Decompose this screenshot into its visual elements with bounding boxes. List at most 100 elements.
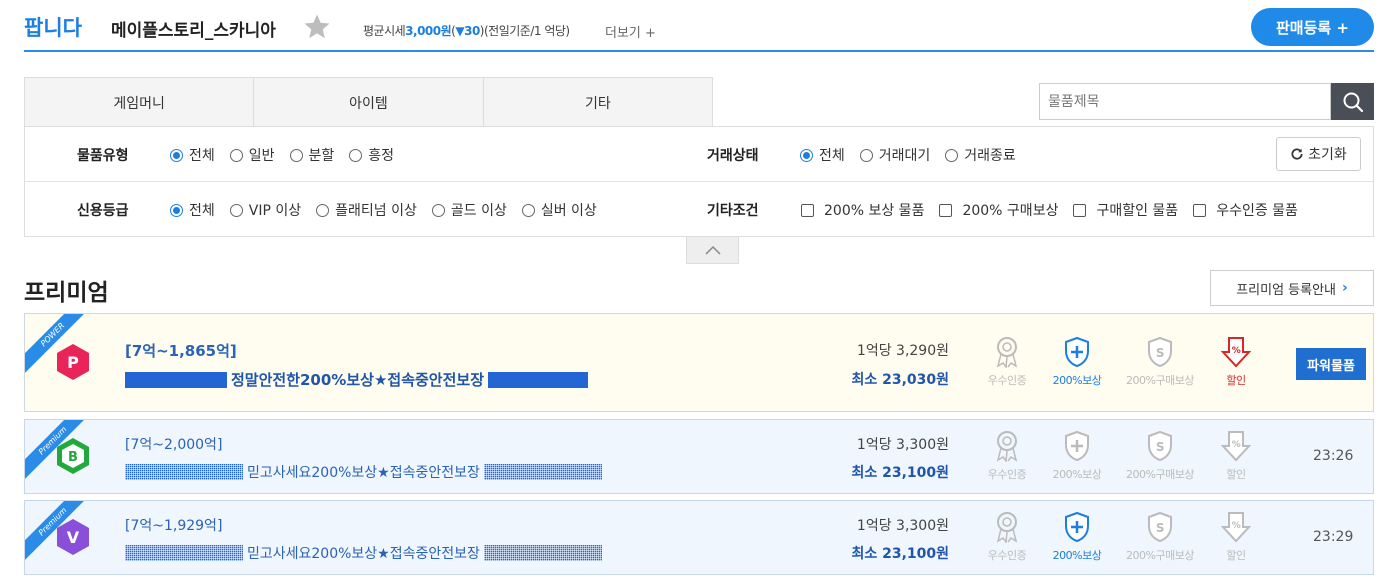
tab-game-money[interactable]: 게임머니 [25, 78, 255, 127]
radio-selected[interactable] [800, 148, 813, 162]
seller-grade-letter: P [67, 353, 79, 372]
title-highlight-bar [125, 371, 227, 388]
minimum-price: 최소 23,030원 [851, 372, 949, 388]
listing-time: 23:26 [1313, 448, 1354, 464]
purchase-reward-indicator: S 200%구매보상 [1122, 511, 1198, 563]
page-header: 팝니다 메이플스토리_스카니아 평균시세3,000원(▼30)(전일기준/1 억… [24, 0, 1374, 52]
svg-text:S: S [1156, 440, 1164, 454]
reward-200-indicator: 200%보상 [1042, 511, 1112, 563]
listing-range[interactable]: [7억~2,000억] [125, 434, 222, 454]
page-logo[interactable]: 팝니다 [24, 12, 82, 42]
checkbox[interactable] [1193, 203, 1207, 217]
radio-selected[interactable] [170, 148, 183, 162]
listing-row[interactable]: POWER P [7억~1,865억] 정말안전한200%보상★접속중안전보장 … [24, 313, 1374, 412]
reset-button[interactable]: 초기화 [1276, 137, 1361, 171]
minimum-price: 최소 23,100원 [851, 465, 949, 481]
cond-200-purchase[interactable]: 200% 구매보상 [939, 200, 1058, 220]
title-highlight-bar [483, 464, 602, 480]
certified-indicator: 우수인증 [972, 430, 1042, 482]
more-link[interactable]: 더보기 + [605, 22, 656, 41]
listing-title[interactable]: 정말안전한200%보상★접속중안전보장 [125, 369, 588, 390]
radio[interactable] [521, 203, 535, 217]
listing-row[interactable]: Premium V [7억~1,929억] 믿고사세요200%보상★접속중안전보… [24, 500, 1374, 575]
radio[interactable] [316, 203, 330, 217]
purchase-reward-indicator: S 200%구매보상 [1122, 430, 1198, 482]
radio[interactable] [431, 203, 445, 217]
credit-grade-silver[interactable]: 실버 이상 [521, 200, 597, 220]
credit-grade-label: 신용등급 [77, 203, 129, 219]
cond-discount[interactable]: 구매할인 물품 [1073, 200, 1178, 220]
favorite-star-icon[interactable] [302, 12, 332, 42]
radio[interactable] [349, 148, 363, 162]
search-button[interactable] [1331, 83, 1374, 120]
minimum-price: 최소 23,100원 [851, 546, 949, 562]
radio-selected[interactable] [170, 203, 183, 217]
chevron-up-icon [704, 245, 721, 255]
refresh-icon [1291, 148, 1303, 160]
discount-arrow-icon: % [1221, 431, 1251, 462]
discount-arrow-icon: % [1221, 512, 1251, 543]
radio[interactable] [229, 203, 243, 217]
purchase-reward-indicator: S 200%구매보상 [1122, 336, 1198, 388]
radio[interactable] [859, 148, 873, 162]
other-conditions-label: 기타조건 [707, 203, 759, 219]
listing-time: 23:29 [1313, 529, 1354, 545]
radio[interactable] [289, 148, 303, 162]
listing-range[interactable]: [7억~1,929억] [125, 515, 222, 535]
credit-grade-vip[interactable]: VIP 이상 [229, 200, 301, 220]
seller-grade-v-badge-icon: V [57, 519, 89, 555]
power-item-button[interactable]: 파워물품 [1296, 348, 1366, 380]
credit-grade-all[interactable]: 전체 [170, 200, 215, 220]
filter-panel: 물품유형 전체 일반 분할 흥정 거래상태 전체 거래대기 거래종료 초기화 신… [24, 126, 1374, 237]
checkbox[interactable] [801, 203, 814, 217]
trade-status-options: 전체 거래대기 거래종료 [800, 145, 1031, 165]
seller-grade-letter: B [68, 450, 78, 465]
item-type-normal[interactable]: 일반 [229, 145, 275, 165]
medal-icon [996, 431, 1018, 462]
other-conditions-options: 200% 보상 물품 200% 구매보상 구매할인 물품 우수인증 물품 [801, 200, 1313, 220]
average-price: 평균시세3,000원(▼30)(전일기준/1 억당) [363, 24, 570, 38]
seller-grade-letter: V [67, 528, 80, 547]
tab-item[interactable]: 아이템 [254, 78, 484, 127]
cond-200-reward[interactable]: 200% 보상 물품 [801, 200, 924, 220]
listing-title[interactable]: 믿고사세요200%보상★접속중안전보장 [125, 543, 602, 563]
listing-range[interactable]: [7억~1,865억] [125, 340, 237, 361]
search-input[interactable] [1039, 83, 1331, 120]
item-type-bargain[interactable]: 흥정 [349, 145, 394, 165]
price-per-unit: 1억당 3,300원 [856, 437, 949, 453]
chevron-right-icon: › [1342, 280, 1348, 296]
trade-status-closed[interactable]: 거래종료 [945, 145, 1016, 165]
trade-status-label: 거래상태 [707, 148, 759, 164]
listing-row[interactable]: Premium B [7억~2,000억] 믿고사세요200%보상★접속중안전보… [24, 419, 1374, 494]
collapse-filter-button[interactable] [686, 237, 739, 264]
radio[interactable] [229, 148, 243, 162]
item-type-split[interactable]: 분할 [289, 145, 334, 165]
shield-s-icon: S [1148, 511, 1172, 543]
credit-grade-gold[interactable]: 골드 이상 [431, 200, 507, 220]
average-price-value: 3,000원 [405, 24, 452, 38]
search-icon [1343, 92, 1363, 112]
trade-status-waiting[interactable]: 거래대기 [859, 145, 930, 165]
listing-title[interactable]: 믿고사세요200%보상★접속중안전보장 [125, 462, 602, 482]
shield-plus-icon [1065, 430, 1089, 462]
medal-icon [996, 512, 1018, 543]
tab-etc[interactable]: 기타 [484, 78, 712, 127]
trade-status-all[interactable]: 전체 [800, 145, 845, 165]
discount-indicator: % 할인 [1201, 336, 1271, 388]
item-type-all[interactable]: 전체 [170, 145, 215, 165]
credit-grade-platinum[interactable]: 플래티넘 이상 [316, 200, 417, 220]
svg-text:%: % [1232, 346, 1241, 356]
seller-grade-p-badge-icon: P [57, 344, 89, 380]
checkbox[interactable] [1073, 203, 1087, 217]
average-price-note: (전일기준/1 억당) [483, 24, 570, 38]
sell-register-button[interactable]: 판매등록 + [1251, 8, 1374, 46]
title-highlight-bar [125, 545, 243, 561]
checkbox[interactable] [939, 203, 953, 217]
radio[interactable] [945, 148, 959, 162]
title-highlight-bar [125, 464, 243, 480]
title-highlight-bar [488, 371, 588, 388]
cond-certified[interactable]: 우수인증 물품 [1193, 200, 1298, 220]
price-per-unit: 1억당 3,290원 [856, 343, 949, 359]
credit-grade-options: 전체 VIP 이상 플래티넘 이상 골드 이상 실버 이상 [170, 200, 612, 220]
premium-guide-button[interactable]: 프리미엄 등록안내 › [1210, 270, 1374, 306]
